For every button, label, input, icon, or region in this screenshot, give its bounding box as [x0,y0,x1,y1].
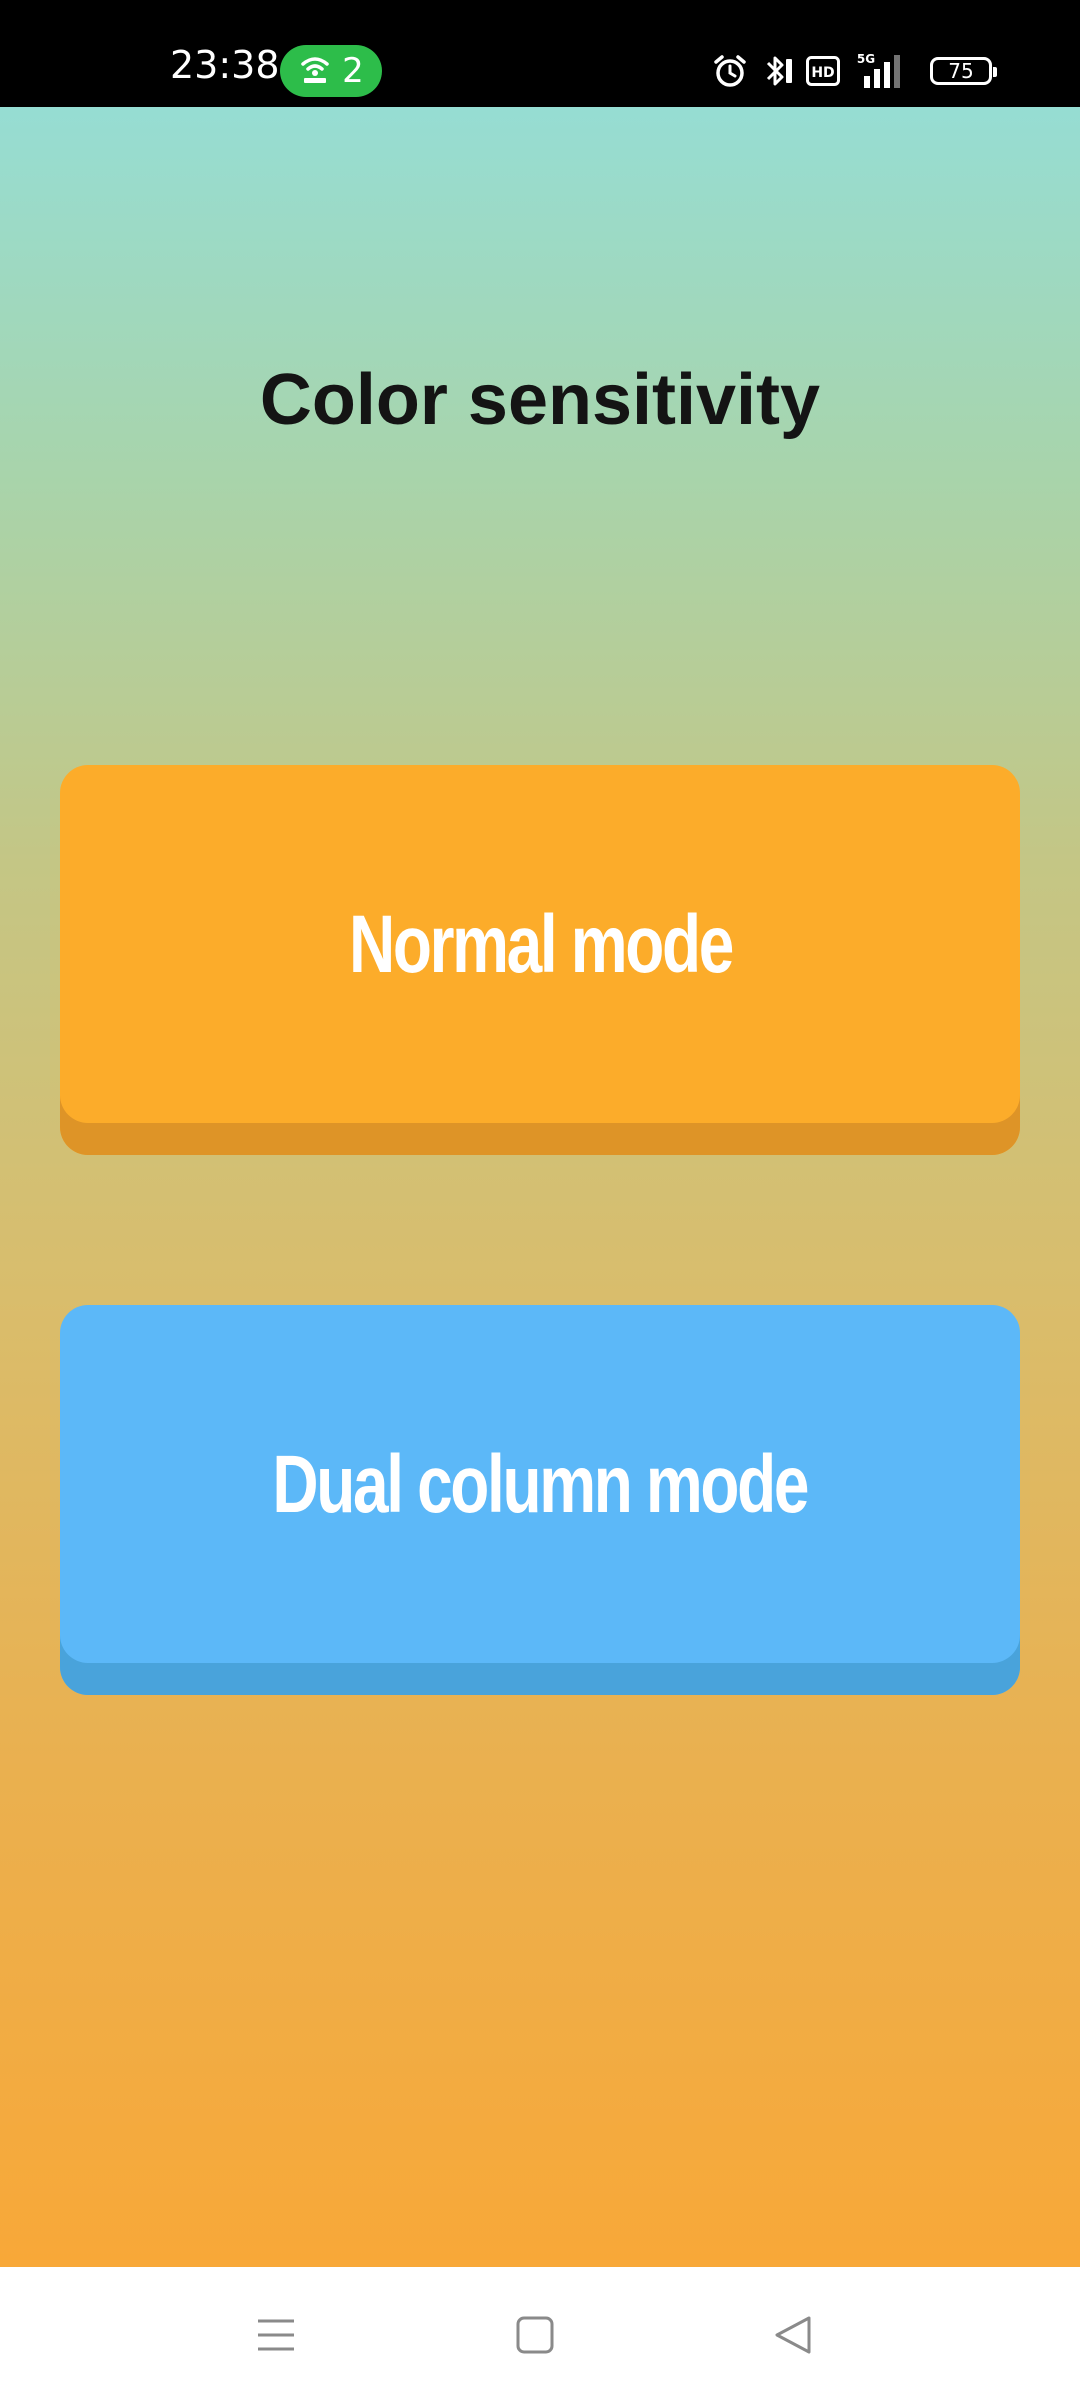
hotspot-indicator[interactable]: 2 [280,45,382,97]
hd-icon: HD [806,56,840,86]
battery-level: 75 [948,59,974,83]
dual-column-mode-button[interactable]: Dual column mode [60,1305,1020,1695]
navigation-bar [0,2267,1080,2400]
normal-mode-button[interactable]: Normal mode [60,765,1020,1155]
dual-column-mode-label: Dual column mode [272,1439,810,1530]
hd-badge: HD [811,65,834,81]
back-button[interactable] [753,2297,833,2377]
normal-mode-label: Normal mode [348,899,734,990]
page-title: Color sensitivity [259,360,821,440]
signal-icon: 5G [852,52,912,90]
hotspot-count: 2 [342,51,364,91]
alarm-icon [712,53,748,89]
battery-icon: 75 [930,57,997,85]
hotspot-icon [298,52,332,91]
home-icon [515,2315,555,2360]
network-type: 5G [857,52,875,66]
home-button[interactable] [495,2297,575,2377]
menu-button[interactable] [236,2297,316,2377]
screen: 23:38 2 HD 5G 75 Color sensitivity Norma… [0,0,1080,2400]
menu-icon [256,2315,296,2360]
status-bar: 23:38 2 HD 5G 75 [0,0,1080,107]
status-time: 23:38 [170,43,280,87]
status-icons: HD 5G 75 [712,50,997,92]
back-icon [773,2315,813,2360]
main-content: Color sensitivity Normal mode Dual colum… [0,107,1080,2267]
bluetooth-icon [760,53,794,89]
